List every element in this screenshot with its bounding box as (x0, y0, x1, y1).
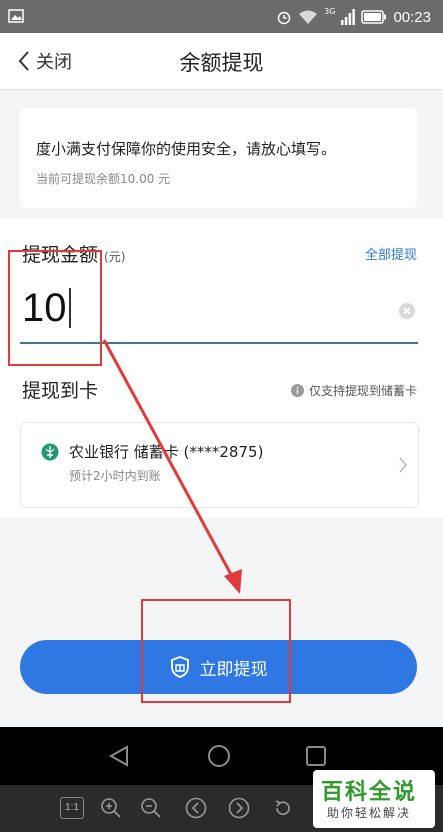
network-type: 3G (324, 6, 336, 16)
security-notice-card: 度小满支付保障你的使用安全，请放心填写。 当前可提现余额10.00 元 (20, 108, 417, 208)
amount-label: 提现金额 (元) (22, 240, 125, 267)
alarm-icon (277, 11, 291, 25)
arrival-time-text: 预计2小时内到账 (69, 469, 161, 483)
status-time: 00:23 (393, 8, 431, 26)
available-balance-text: 当前可提现余额10.00 元 (36, 172, 171, 186)
withdraw-now-label: 立即提现 (199, 659, 268, 680)
rotate-icon[interactable] (272, 797, 294, 819)
actual-size-button[interactable]: 1:1 (60, 797, 84, 819)
actual-size-label: 1:1 (65, 802, 79, 813)
battery-icon (361, 10, 387, 24)
watermark-title: 百科全说 (321, 780, 418, 805)
watermark-logo: 百科全说 助你轻松解决 (313, 770, 435, 828)
watermark-subtitle: 助你轻松解决 (327, 806, 412, 820)
withdraw-all-link[interactable]: 全部提现 (365, 244, 417, 263)
signal-icon (341, 9, 356, 25)
nav-bar: 关闭 余额提现 (0, 33, 443, 90)
zoom-out-icon[interactable] (140, 797, 162, 819)
shield-icon (170, 656, 189, 678)
abc-bank-logo-icon (41, 443, 59, 461)
status-bar: 3G 00:23 (0, 0, 443, 33)
amount-unit: (元) (104, 250, 126, 264)
nav-back-icon[interactable] (108, 745, 130, 767)
amount-section: 提现金额 (元) 全部提现 10 (0, 218, 443, 348)
main-content: 度小满支付保障你的使用安全，请放心填写。 当前可提现余额10.00 元 提现金额… (0, 90, 443, 727)
security-notice-text: 度小满支付保障你的使用安全，请放心填写。 (36, 140, 337, 158)
clear-input-icon[interactable] (399, 303, 415, 319)
debit-card-hint-text: 仅支持提现到储蓄卡 (308, 384, 417, 398)
amount-label-text: 提现金额 (22, 244, 99, 266)
withdraw-card-section: 提现到卡 仅支持提现到储蓄卡 农业银行 储蓄卡 (****2875) 预计2小时… (0, 348, 443, 518)
info-icon (290, 384, 304, 397)
text-caret (68, 288, 71, 328)
card-section-title: 提现到卡 (22, 380, 99, 402)
amount-underline (20, 342, 418, 344)
amount-value: 10 (22, 285, 67, 330)
amount-input[interactable]: 10 (22, 278, 382, 338)
zoom-in-icon[interactable] (100, 797, 122, 819)
page-title: 余额提现 (179, 51, 264, 75)
previous-image-icon[interactable] (185, 797, 207, 819)
wifi-icon (299, 10, 318, 24)
bank-card-name: 农业银行 储蓄卡 (****2875) (69, 443, 264, 461)
gallery-icon (8, 9, 24, 23)
nav-home-icon[interactable] (207, 744, 231, 768)
nav-recent-apps-icon[interactable] (305, 745, 327, 767)
debit-card-hint: 仅支持提现到储蓄卡 (290, 382, 417, 399)
next-image-icon[interactable] (228, 797, 250, 819)
chevron-right-icon (399, 457, 408, 473)
bank-card-selector[interactable]: 农业银行 储蓄卡 (****2875) 预计2小时内到账 (20, 422, 419, 508)
withdraw-now-button[interactable]: 立即提现 (20, 640, 417, 694)
